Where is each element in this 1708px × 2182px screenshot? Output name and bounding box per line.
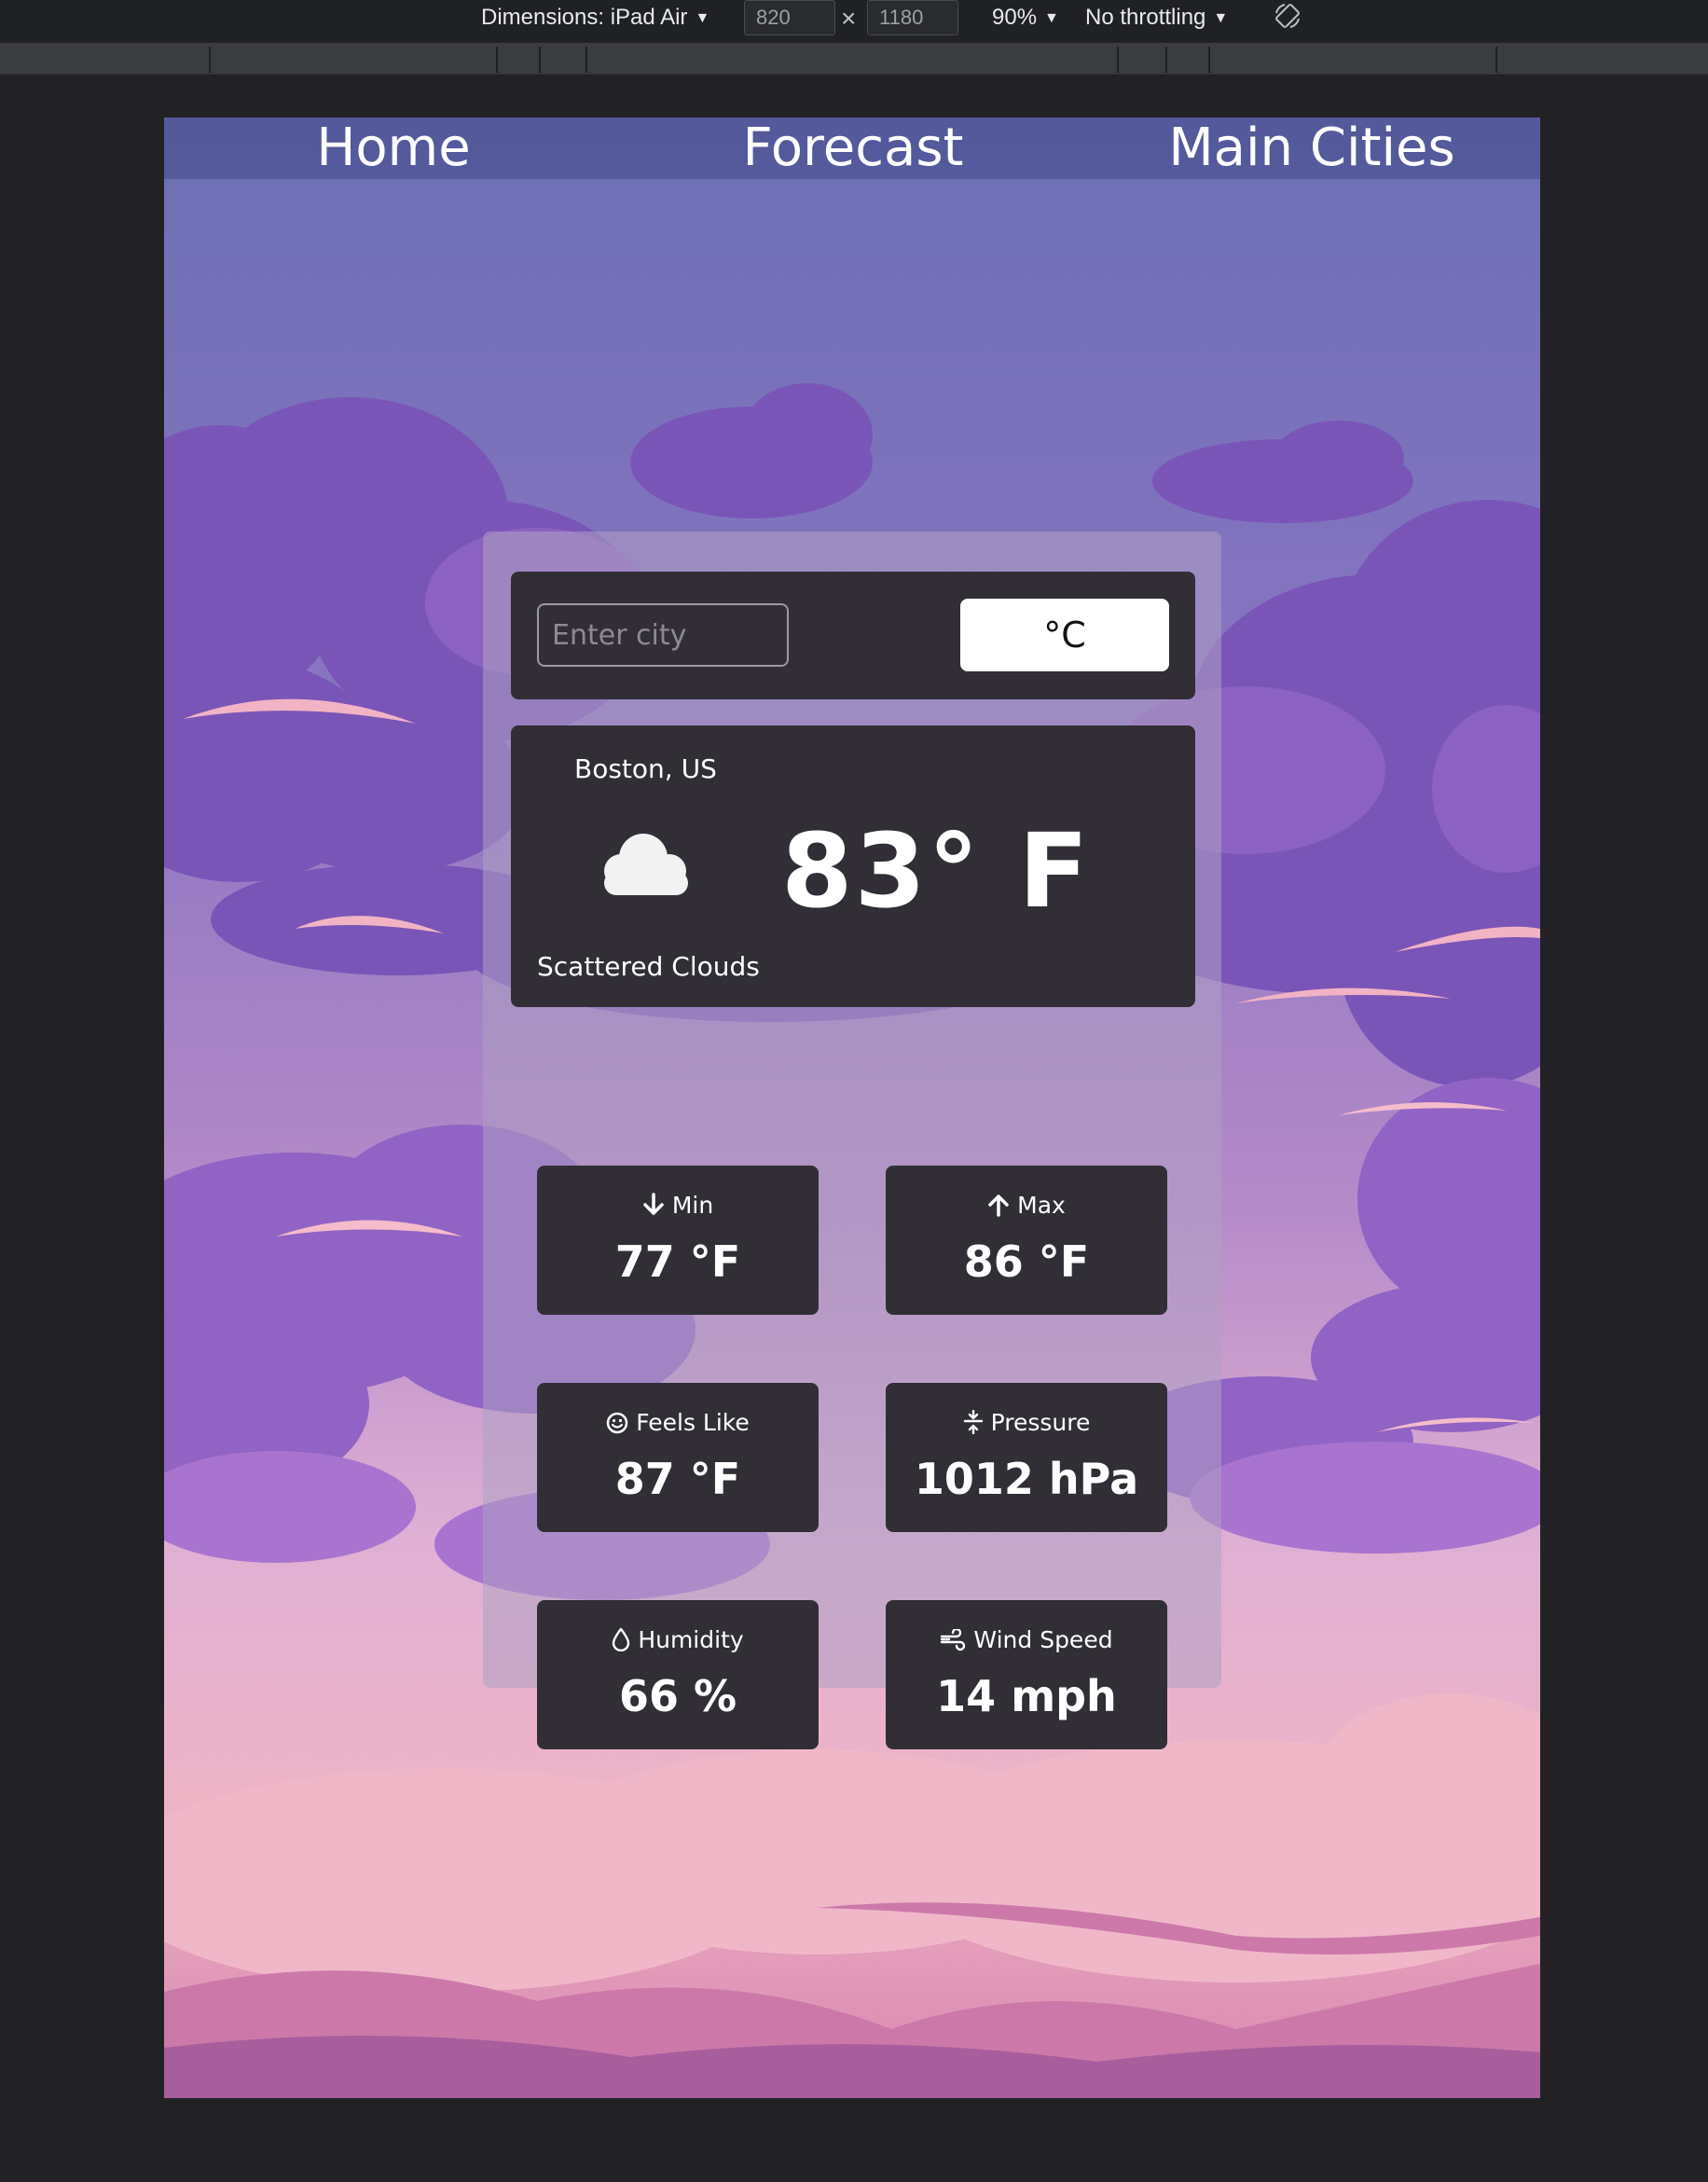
stat-value: 1012 hPa <box>914 1454 1139 1504</box>
nav-link-forecast[interactable]: Forecast <box>743 117 964 179</box>
stat-card-humidity: Humidity 66 % <box>537 1600 819 1749</box>
search-bar: °C <box>511 572 1195 699</box>
weather-panel: °C Boston, US 83° F Scattered Clouds Min <box>483 532 1221 1749</box>
device-select-label: Dimensions: iPad Air <box>481 5 688 30</box>
stat-header: Humidity <box>537 1626 819 1653</box>
city-search-input[interactable] <box>537 603 789 667</box>
caret-down-icon: ▼ <box>695 10 710 26</box>
stat-card-min: Min 77 °F <box>537 1166 819 1315</box>
stat-header: Wind Speed <box>886 1626 1167 1653</box>
media-query-ruler <box>0 43 1708 75</box>
cloud-icon <box>604 834 688 895</box>
devtools-device-toolbar: Dimensions: iPad Air ▼ × 90% ▼ No throttli… <box>0 0 1708 41</box>
viewport-height-input[interactable] <box>867 0 958 35</box>
stat-header: Max <box>886 1192 1167 1219</box>
throttling-select-label: No throttling <box>1085 5 1206 30</box>
stat-label: Humidity <box>638 1626 744 1653</box>
times-icon: × <box>841 4 857 33</box>
pressure-icon <box>963 1409 983 1435</box>
ruler-divider <box>1117 47 1119 73</box>
stat-value: 66 % <box>618 1671 737 1721</box>
stat-header: Feels Like <box>537 1409 819 1436</box>
stat-label: Max <box>1017 1192 1066 1219</box>
zoom-select[interactable]: 90% ▼ <box>992 4 1059 33</box>
wind-icon <box>941 1627 966 1651</box>
top-navigation: Home Forecast Main Cities <box>164 117 1540 179</box>
stat-value: 87 °F <box>614 1454 741 1504</box>
caret-down-icon: ▼ <box>1044 10 1059 26</box>
stat-card-feels-like: Feels Like 87 °F <box>537 1383 819 1532</box>
current-weather-card: Boston, US 83° F Scattered Clouds <box>511 725 1195 1007</box>
stat-value: 77 °F <box>614 1236 741 1287</box>
ruler-divider <box>539 47 541 73</box>
temperature-value: 83° F <box>781 811 1091 931</box>
droplet-icon <box>613 1627 630 1652</box>
stat-label: Min <box>671 1192 714 1219</box>
unit-toggle-button[interactable]: °C <box>960 599 1169 671</box>
ruler-divider <box>1208 47 1210 73</box>
stat-card-pressure: Pressure 1012 hPa <box>886 1383 1167 1532</box>
ruler-divider <box>1165 47 1167 73</box>
nav-link-main-cities[interactable]: Main Cities <box>1168 117 1454 179</box>
stat-value: 14 mph <box>936 1671 1117 1721</box>
zoom-select-label: 90% <box>992 5 1038 30</box>
ruler-divider <box>1495 47 1497 73</box>
stat-card-wind-speed: Wind Speed 14 mph <box>886 1600 1167 1749</box>
ruler-divider <box>209 47 211 73</box>
ruler-divider <box>496 47 498 73</box>
stat-header: Min <box>537 1192 819 1219</box>
arrow-down-icon <box>643 1193 664 1215</box>
rotate-device-icon[interactable] <box>1274 2 1302 30</box>
stat-label: Wind Speed <box>973 1626 1113 1653</box>
viewport-width-input[interactable] <box>744 0 835 35</box>
smiley-icon <box>606 1412 628 1434</box>
stat-header: Pressure <box>886 1409 1167 1436</box>
caret-down-icon: ▼ <box>1213 10 1229 26</box>
stat-label: Pressure <box>990 1409 1091 1436</box>
stat-card-max: Max 86 °F <box>886 1166 1167 1315</box>
stat-label: Feels Like <box>636 1409 750 1436</box>
location-label: Boston, US <box>574 753 717 784</box>
nav-link-home[interactable]: Home <box>316 117 470 179</box>
page-viewport: Home Forecast Main Cities °C Boston, US … <box>164 117 1540 2098</box>
weather-condition: Scattered Clouds <box>537 951 760 982</box>
ruler-divider <box>585 47 587 73</box>
arrow-up-icon <box>988 1195 1009 1217</box>
device-select[interactable]: Dimensions: iPad Air ▼ <box>481 4 709 33</box>
stat-value: 86 °F <box>963 1236 1090 1287</box>
throttling-select[interactable]: No throttling ▼ <box>1085 4 1228 33</box>
